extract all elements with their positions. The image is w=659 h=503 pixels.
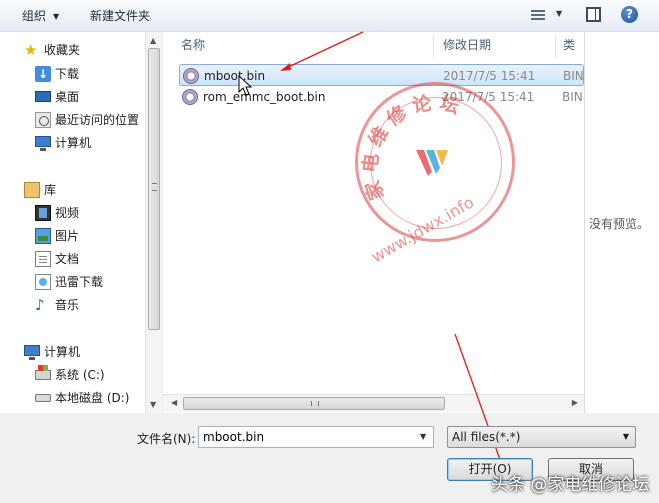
organize-button[interactable]: 组织 ▼ [22, 7, 59, 25]
column-header-name[interactable]: 名称 [181, 32, 205, 58]
preview-pane: 没有预览。 [584, 32, 659, 413]
toolbar: 组织 ▼ 新建文件夹 ▼ ? [0, 0, 659, 32]
bin-file-icon [182, 89, 198, 105]
scroll-thumb[interactable] [183, 397, 445, 410]
system-drive-icon [35, 365, 51, 380]
no-preview-message: 没有预览。 [589, 217, 650, 231]
nav-item-label: 本地磁盘 (D:) [55, 391, 130, 405]
nav-item-label: 文档 [55, 252, 80, 266]
column-divider[interactable] [555, 34, 556, 58]
column-header-type[interactable]: 类型 [563, 32, 584, 78]
nav-item-label: 视频 [55, 206, 80, 220]
xunlei-download-icon [35, 274, 51, 290]
nav-item-label: 计算机 [55, 136, 92, 150]
pictures-library-icon [35, 228, 51, 244]
svg-text:家电维修论坛: 家电维修论坛 [358, 91, 467, 204]
nav-item-label: 迅雷下载 [55, 275, 104, 289]
library-icon [24, 182, 40, 198]
nav-libraries-label: 库 [44, 183, 57, 197]
new-folder-button[interactable]: 新建文件夹 [90, 7, 150, 25]
filename-label: 文件名(N): [137, 432, 196, 446]
help-icon[interactable]: ? [621, 6, 638, 23]
scroll-down-arrow-icon[interactable]: ▼ [150, 400, 156, 409]
view-dropdown-chevron-icon[interactable]: ▼ [556, 9, 562, 18]
nav-favorites-label: 收藏夹 [44, 43, 81, 57]
recent-places-icon [35, 112, 51, 128]
computer-icon [35, 136, 51, 151]
scroll-thumb[interactable] [148, 48, 160, 330]
documents-library-icon [35, 251, 51, 267]
star-icon: ★ [24, 41, 38, 59]
file-type-filter-value: All files(*.*) [452, 430, 521, 444]
chevron-down-icon: ▼ [622, 432, 629, 441]
scroll-right-arrow-icon[interactable]: ▶ [572, 398, 578, 407]
nav-item-label: 音乐 [55, 298, 80, 312]
file-list-horizontal-scrollbar[interactable]: ◀ ▶ [163, 394, 584, 412]
nav-vertical-scrollbar[interactable]: ▲ ▼ [145, 32, 162, 413]
navigation-pane: ★ 收藏夹 下载 桌面 最近访问的位置 计算机 库 视频 图片 文档 迅雷下载 … [0, 32, 162, 413]
file-name: mboot.bin [204, 69, 266, 83]
column-header-date[interactable]: 修改日期 [443, 32, 491, 58]
filename-history-chevron-icon[interactable]: ▼ [420, 432, 426, 441]
file-type: BIN [562, 90, 583, 104]
file-name: rom_emmc_boot.bin [203, 90, 326, 104]
nav-item-label: 系统 (C:) [55, 368, 105, 382]
bin-file-icon [183, 68, 199, 84]
chevron-down-icon: ▼ [53, 12, 60, 21]
file-type-filter-select[interactable]: All files(*.*) ▼ [447, 426, 636, 448]
scroll-up-arrow-icon[interactable]: ▲ [150, 36, 156, 45]
nav-item-label: 桌面 [55, 90, 80, 104]
nav-item-label: 最近访问的位置 [55, 113, 140, 127]
preview-pane-toggle-icon[interactable] [586, 7, 601, 22]
filename-input[interactable] [198, 426, 434, 448]
organize-label: 组织 [22, 9, 47, 23]
desktop-icon [35, 91, 51, 102]
view-options-icon[interactable] [531, 9, 545, 21]
watermark-circle-label: 家电维修论坛 [358, 91, 461, 204]
nav-item-label: 图片 [55, 229, 80, 243]
video-library-icon [35, 205, 51, 221]
column-divider[interactable] [433, 34, 434, 58]
watermark-caption: 头条 @家电维修论坛 [491, 475, 650, 495]
download-folder-icon [35, 64, 51, 84]
nav-item-label: 下载 [55, 67, 80, 81]
hard-disk-icon [35, 394, 51, 402]
file-type: BIN [563, 69, 584, 83]
nav-computer-label: 计算机 [44, 345, 81, 359]
scroll-left-arrow-icon[interactable]: ◀ [171, 398, 177, 407]
music-note-icon: ♪ [35, 296, 45, 314]
computer-icon [24, 345, 40, 360]
